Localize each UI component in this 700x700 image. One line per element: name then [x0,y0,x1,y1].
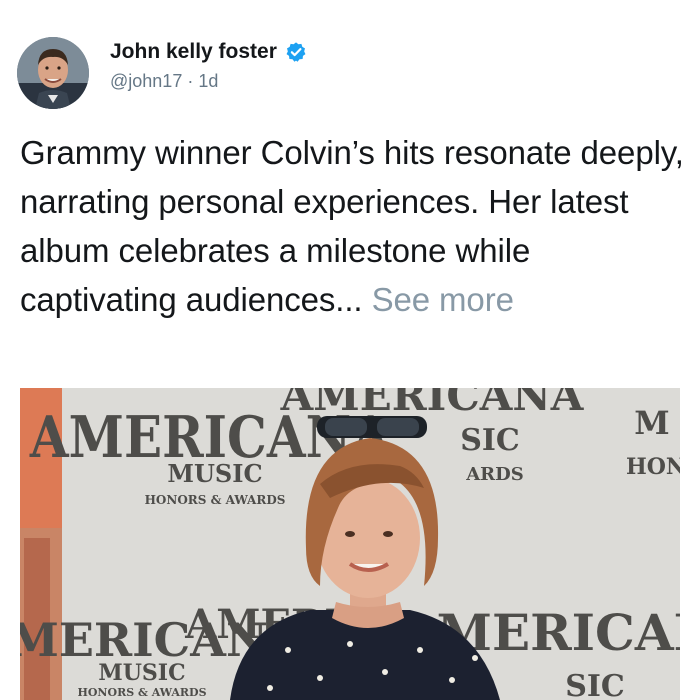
backdrop-m-right: M [634,404,669,442]
backdrop-honors-1: HONORS & AWARDS [145,493,286,507]
avatar[interactable] [17,37,89,109]
backdrop-honors-2: HONORS & AWARDS [77,686,206,699]
display-name-text: John kelly foster [110,40,277,63]
backdrop-brand-2: AMERICANA [280,388,585,420]
user-handle[interactable]: @john17 [110,71,182,91]
media-photo: AMERICANA MUSIC HONORS & AWARDS AMERICAN… [20,388,680,700]
tweet-text: Grammy winner Colvin’s hits resonate dee… [20,128,685,324]
tweet-media[interactable]: AMERICANA MUSIC HONORS & AWARDS AMERICAN… [20,388,680,700]
avatar-image [17,37,89,109]
user-display-name[interactable]: John kelly foster [110,40,307,64]
backdrop-sic-2: SIC [565,669,625,700]
backdrop-ards-1: ARDS [465,464,524,485]
backdrop-music-1: MUSIC [167,459,262,488]
tweet-body: Grammy winner Colvin’s hits resonate dee… [20,134,684,318]
see-more-link[interactable]: See more [372,281,514,318]
backdrop-music-2: MUSIC [98,660,185,686]
backdrop-hon-right: HON [626,454,680,480]
verified-badge-icon [285,41,307,63]
timestamp[interactable]: 1d [198,71,218,91]
separator: · [187,71,194,91]
backdrop-sic-1: SIC [460,423,520,458]
user-meta: @john17 · 1d [110,71,218,92]
